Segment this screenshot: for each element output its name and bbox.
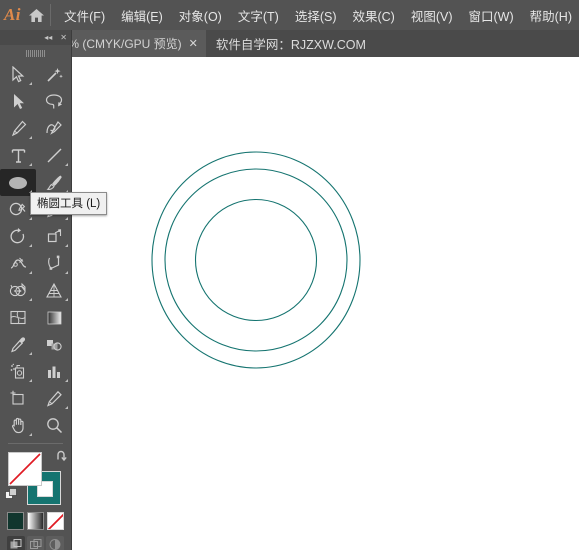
curvature-tool[interactable] bbox=[36, 115, 72, 142]
eyedropper-tool[interactable] bbox=[0, 331, 36, 358]
flyout-indicator bbox=[29, 433, 32, 436]
gradient-swatch[interactable] bbox=[27, 512, 44, 530]
gradient-tool[interactable] bbox=[36, 304, 72, 331]
flyout-indicator bbox=[29, 271, 32, 274]
grip-lines-icon bbox=[26, 49, 45, 57]
magic-wand-tool[interactable] bbox=[36, 61, 72, 88]
inner-ellipse bbox=[194, 198, 318, 322]
width-tool[interactable] bbox=[0, 250, 36, 277]
flyout-indicator bbox=[29, 82, 32, 85]
document-tab-bar: ✕ @ 119.66% (CMYK/GPU 预览) ✕ 软件自学网：RJZXW.… bbox=[0, 30, 579, 57]
flyout-indicator bbox=[65, 244, 68, 247]
close-icon[interactable]: ✕ bbox=[60, 33, 67, 42]
menu-item-file[interactable]: 文件(F) bbox=[57, 2, 112, 29]
zoom-tool[interactable] bbox=[36, 412, 72, 439]
color-mode-row bbox=[0, 510, 71, 530]
default-fill-stroke-icon[interactable] bbox=[5, 488, 18, 501]
menu-item-window[interactable]: 窗口(W) bbox=[462, 2, 521, 29]
flyout-indicator bbox=[65, 379, 68, 382]
tools-panel-header: ◂◂ ✕ bbox=[0, 30, 71, 45]
watermark-label: 软件自学网：RJZXW.COM bbox=[215, 38, 366, 52]
draw-inside-button[interactable] bbox=[46, 536, 65, 550]
menu-items: 文件(F) 编辑(E) 对象(O) 文字(T) 选择(S) 效果(C) 视图(V… bbox=[57, 2, 579, 29]
flyout-indicator bbox=[65, 298, 68, 301]
vector-artwork bbox=[151, 151, 361, 369]
hand-tool[interactable] bbox=[0, 412, 36, 439]
flyout-indicator bbox=[29, 244, 32, 247]
menu-item-type[interactable]: 文字(T) bbox=[231, 2, 286, 29]
menu-divider bbox=[50, 4, 52, 26]
drawing-mode-row bbox=[0, 530, 71, 550]
fill-color-swatch[interactable] bbox=[8, 452, 42, 486]
menu-item-effect[interactable]: 效果(C) bbox=[345, 2, 401, 29]
perspective-grid-tool[interactable] bbox=[36, 277, 72, 304]
menu-item-help[interactable]: 帮助(H) bbox=[523, 2, 579, 29]
scale-tool[interactable] bbox=[36, 223, 72, 250]
menu-item-object[interactable]: 对象(O) bbox=[172, 2, 229, 29]
flyout-indicator bbox=[65, 163, 68, 166]
lasso-tool[interactable] bbox=[36, 88, 72, 115]
flyout-indicator bbox=[29, 217, 32, 220]
flyout-indicator bbox=[29, 379, 32, 382]
close-icon[interactable]: ✕ bbox=[189, 37, 198, 50]
column-graph-tool[interactable] bbox=[36, 358, 72, 385]
symbol-sprayer-tool[interactable] bbox=[0, 358, 36, 385]
none-indicator-icon bbox=[9, 453, 41, 485]
outer-ellipse bbox=[151, 151, 361, 369]
slice-tool[interactable] bbox=[36, 385, 72, 412]
selection-tool[interactable] bbox=[0, 61, 36, 88]
panel-divider bbox=[8, 443, 63, 444]
draw-normal-button[interactable] bbox=[7, 536, 25, 550]
tools-panel: ◂◂ ✕ bbox=[0, 30, 72, 550]
menu-item-select[interactable]: 选择(S) bbox=[288, 2, 344, 29]
direct-selection-tool[interactable] bbox=[0, 88, 36, 115]
mesh-tool[interactable] bbox=[0, 304, 36, 331]
menu-item-edit[interactable]: 编辑(E) bbox=[114, 2, 170, 29]
artboard-canvas[interactable] bbox=[72, 57, 579, 550]
tool-tooltip: 椭圆工具 (L) bbox=[30, 192, 108, 215]
flyout-indicator bbox=[29, 163, 32, 166]
home-icon[interactable] bbox=[25, 0, 48, 30]
collapse-icon[interactable]: ◂◂ bbox=[44, 33, 52, 42]
menu-item-view[interactable]: 视图(V) bbox=[404, 2, 460, 29]
none-swatch[interactable] bbox=[47, 512, 64, 530]
tool-grid bbox=[0, 61, 71, 439]
blend-tool[interactable] bbox=[36, 331, 72, 358]
ai-logo: Ai bbox=[3, 5, 21, 24]
menu-bar: Ai 文件(F) 编辑(E) 对象(O) 文字(T) 选择(S) 效果(C) 视… bbox=[0, 0, 579, 30]
rotate-tool[interactable] bbox=[0, 223, 36, 250]
illustrator-window: Ai 文件(F) 编辑(E) 对象(O) 文字(T) 选择(S) 效果(C) 视… bbox=[0, 0, 579, 550]
panel-drag-handle[interactable] bbox=[0, 45, 71, 61]
flyout-indicator bbox=[29, 298, 32, 301]
swap-fill-stroke-icon[interactable] bbox=[55, 450, 68, 466]
flyout-indicator bbox=[29, 136, 32, 139]
type-tool[interactable] bbox=[0, 142, 36, 169]
fill-stroke-controls bbox=[0, 448, 72, 510]
flyout-indicator bbox=[65, 406, 68, 409]
color-swatch[interactable] bbox=[7, 512, 24, 530]
flyout-indicator bbox=[29, 352, 32, 355]
flyout-indicator bbox=[65, 217, 68, 220]
shape-builder-tool[interactable] bbox=[0, 277, 36, 304]
draw-behind-button[interactable] bbox=[26, 536, 45, 550]
artboard-tool[interactable] bbox=[0, 385, 36, 412]
flyout-indicator bbox=[65, 271, 68, 274]
pen-tool[interactable] bbox=[0, 115, 36, 142]
line-segment-tool[interactable] bbox=[36, 142, 72, 169]
free-transform-tool[interactable] bbox=[36, 250, 72, 277]
middle-ellipse bbox=[164, 168, 348, 352]
